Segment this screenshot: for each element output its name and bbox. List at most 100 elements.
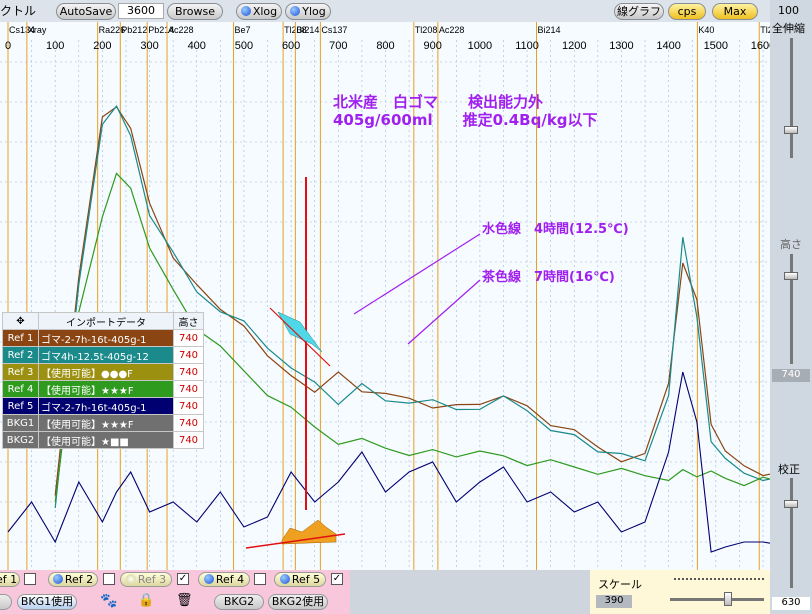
calib-value: 630: [772, 597, 810, 610]
peak-label: Pb212: [121, 25, 147, 35]
ref-name: ゴマ4h-12.5t-405g-12: [38, 346, 174, 364]
scale-slider-track[interactable]: [670, 598, 764, 601]
ylog-label: Ylog: [302, 5, 326, 18]
move-icon[interactable]: ✥: [2, 312, 39, 330]
x-tick-label: 1500: [704, 40, 728, 52]
ref-toggle-bar: Ref 1 Ref 2 Ref 3 ✓ Ref 4 Ref 5 ✓: [0, 570, 350, 590]
peak-label: Ac228: [168, 25, 194, 35]
xlog-button[interactable]: Xlog: [236, 3, 282, 20]
lock-icon[interactable]: 🔒: [138, 593, 154, 608]
legend-row[interactable]: Ref 3 【使用可能】●●●F 740: [2, 363, 204, 381]
ref3-checkbox[interactable]: ✓: [177, 573, 189, 585]
ref-tag[interactable]: BKG1: [2, 414, 39, 432]
ref-name: ゴマ-2-7h-16t-405g-1: [38, 329, 174, 347]
ref4-checkbox[interactable]: [254, 573, 266, 585]
ref-tag[interactable]: Ref 1: [2, 329, 39, 347]
zoom-slider-track[interactable]: [790, 38, 793, 158]
height-slider-track[interactable]: [790, 254, 793, 364]
ref2-checkbox[interactable]: [103, 573, 115, 585]
ref3-button[interactable]: Ref 3: [120, 572, 172, 587]
x-tick-label: 900: [424, 40, 442, 52]
ref-height[interactable]: 740: [173, 397, 204, 415]
pointer-line: [407, 279, 481, 345]
height-slider-thumb[interactable]: [784, 272, 798, 280]
legend-row[interactable]: Ref 5 ゴマ-2-7h-16t-405g-1 740: [2, 397, 204, 415]
browse-button[interactable]: Browse: [167, 3, 223, 20]
x-tick-label: 1400: [656, 40, 680, 52]
bkg2-button[interactable]: BKG2: [214, 594, 264, 610]
bkg2-use-button[interactable]: BKG2使用: [268, 594, 328, 610]
ref-height[interactable]: 740: [173, 363, 204, 381]
ref-height[interactable]: 740: [173, 414, 204, 432]
x-tick-label: 100: [46, 40, 64, 52]
legend-header: ✥ インポートデータ 高さ: [2, 312, 204, 330]
interval-input[interactable]: 3600: [118, 3, 164, 19]
legend-row[interactable]: BKG1 【使用可能】★★★F 740: [2, 414, 204, 432]
ref-height[interactable]: 740: [173, 431, 204, 449]
ref-tag[interactable]: Ref 4: [2, 380, 39, 398]
autosave-button[interactable]: AutoSave: [56, 3, 116, 20]
ref4-button[interactable]: Ref 4: [198, 572, 250, 587]
import-header: インポートデータ: [38, 312, 174, 330]
ref-tag[interactable]: Ref 3: [2, 363, 39, 381]
ylog-radio-icon: [290, 6, 301, 16]
calib-slider-thumb[interactable]: [784, 500, 798, 508]
x-tick-label: 1300: [609, 40, 633, 52]
paw-icon[interactable]: 🐾: [100, 593, 117, 609]
brown-line-label: 茶色線 7時間(16℃): [482, 270, 615, 285]
ref2-button[interactable]: Ref 2: [48, 572, 98, 587]
ref-name: ゴマ-2-7h-16t-405g-1: [38, 397, 174, 415]
ref-tag[interactable]: Ref 5: [2, 397, 39, 415]
ref2-radio-icon: [52, 574, 63, 584]
zoom-all-label: 全伸縮: [772, 22, 805, 35]
peak-label: Tl208: [415, 25, 438, 35]
peak-area-fill: [281, 519, 337, 545]
legend-row[interactable]: BKG2 【使用可能】★■■ 740: [2, 431, 204, 449]
scale-slider-thumb[interactable]: [724, 592, 732, 606]
zoom-slider-thumb[interactable]: [784, 126, 798, 134]
right-panel: 100 全伸縮 高さ 740 校正 630: [770, 0, 812, 614]
ref1-checkbox[interactable]: [24, 573, 36, 585]
ref4-radio-icon: [203, 574, 214, 584]
max-button[interactable]: Max: [712, 3, 758, 20]
ref5-button[interactable]: Ref 5: [274, 572, 326, 587]
bottom-bar: Ref 1 Ref 2 Ref 3 ✓ Ref 4 Ref 5 ✓ BKG1使用…: [0, 570, 770, 614]
ref-height[interactable]: 740: [173, 346, 204, 364]
x-tick-label: 1100: [515, 40, 539, 52]
peak-label: K40: [698, 25, 714, 35]
scale-label: スケール: [598, 578, 642, 591]
cps-button[interactable]: cps: [668, 3, 706, 20]
xlog-radio-icon: [240, 6, 251, 16]
ref5-label: Ref 5: [291, 573, 321, 586]
bkg-bar: BKG1使用 🐾 🔒 🗑 BKG2 BKG2使用: [0, 590, 350, 614]
graph-type-button[interactable]: 線グラフ: [614, 3, 664, 20]
x-tick-label: 300: [140, 40, 158, 52]
ref-name: 【使用可能】★■■: [38, 431, 174, 449]
annotation-line1: 北米産 白ゴマ 検出能力外: [333, 93, 544, 111]
calib-slider-track[interactable]: [790, 478, 793, 588]
ref-tag[interactable]: BKG2: [2, 431, 39, 449]
legend-row[interactable]: Ref 2 ゴマ4h-12.5t-405g-12 740: [2, 346, 204, 364]
ref-name: 【使用可能】★★★F: [38, 414, 174, 432]
x-tick-label: 400: [188, 40, 206, 52]
legend-row[interactable]: Ref 4 【使用可能】★★★F 740: [2, 380, 204, 398]
bkg1-left-button[interactable]: [0, 594, 12, 610]
ref-height[interactable]: 740: [173, 380, 204, 398]
peak-label: Cs137: [321, 25, 347, 35]
bkg1-use-button[interactable]: BKG1使用: [17, 594, 77, 610]
x-tick-label: 1600: [751, 40, 770, 52]
top-value: 100: [778, 4, 799, 17]
annotation-line2: 405g/600ml 推定0.4Bq/kg以下: [333, 111, 598, 129]
x-tick-label: 700: [329, 40, 347, 52]
trash-icon[interactable]: 🗑: [176, 593, 193, 608]
ref5-checkbox[interactable]: ✓: [331, 573, 343, 585]
ref-height[interactable]: 740: [173, 329, 204, 347]
ref-tag[interactable]: Ref 2: [2, 346, 39, 364]
x-tick-label: 800: [376, 40, 394, 52]
ref1-button[interactable]: Ref 1: [0, 572, 20, 587]
ylog-button[interactable]: Ylog: [285, 3, 331, 20]
spectrum-plot[interactable]: Cs134 Xray Ra226 Pb212 Pb214 Ac228 Be7 Tl208 Bi2…: [0, 22, 770, 570]
legend-row[interactable]: Ref 1 ゴマ-2-7h-16t-405g-1 740: [2, 329, 204, 347]
calib-label: 校正: [778, 463, 800, 476]
legend-table: ✥ インポートデータ 高さ Ref 1 ゴマ-2-7h-16t-405g-1 740…: [2, 312, 204, 449]
